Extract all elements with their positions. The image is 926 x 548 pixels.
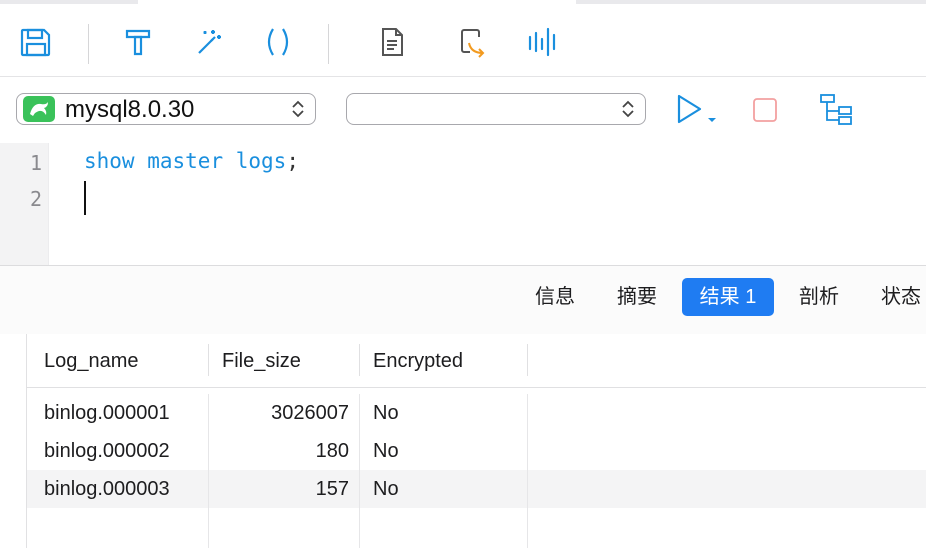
table-row[interactable]: binlog.000003 157 No — [27, 470, 926, 508]
text-caret — [84, 181, 86, 215]
column-separator[interactable] — [527, 344, 528, 376]
save-icon — [20, 28, 51, 57]
result-tabs-bar: 信息 摘要 结果 1 剖析 状态 — [0, 265, 926, 335]
build-button[interactable] — [118, 22, 158, 62]
document-icon — [382, 28, 403, 56]
stepper-icon — [622, 100, 634, 118]
tab-result-1[interactable]: 结果 1 — [682, 278, 774, 316]
export-icon — [461, 29, 485, 58]
stop-icon — [753, 98, 777, 122]
stepper-icon — [292, 100, 304, 118]
line-number: 2 — [29, 187, 42, 211]
connection-bar: mysql8.0.30 — [0, 77, 926, 143]
cell-log-name[interactable]: binlog.000002 — [44, 432, 170, 470]
parentheses-icon — [267, 28, 289, 56]
column-gridline — [527, 394, 528, 548]
schema-select[interactable] — [346, 93, 646, 125]
column-gridline — [208, 394, 209, 548]
header-divider — [26, 387, 926, 388]
result-grid: Log_name File_size Encrypted binlog.0000… — [0, 334, 926, 548]
column-header-log-name[interactable]: Log_name — [44, 344, 139, 388]
table-row[interactable]: binlog.000001 3026007 No — [27, 394, 926, 432]
beautify-button[interactable] — [188, 22, 228, 62]
run-button[interactable] — [672, 91, 722, 127]
tab-summary[interactable]: 摘要 — [604, 278, 670, 316]
document-button[interactable] — [372, 22, 412, 62]
cell-file-size[interactable]: 3026007 — [209, 394, 349, 432]
cell-file-size[interactable]: 157 — [209, 470, 349, 508]
column-header-file-size[interactable]: File_size — [222, 344, 301, 388]
hammer-icon — [125, 29, 151, 56]
tab-status[interactable]: 状态 — [868, 278, 926, 316]
explain-button[interactable] — [522, 22, 562, 62]
magic-wand-icon — [198, 30, 221, 54]
stop-button[interactable] — [752, 97, 778, 123]
cell-log-name[interactable]: binlog.000001 — [44, 394, 170, 432]
database-select-label: mysql8.0.30 — [65, 96, 195, 123]
semicolon: ; — [286, 149, 299, 173]
cell-encrypted[interactable]: No — [373, 394, 399, 432]
keyword: show — [84, 149, 135, 173]
main-toolbar — [0, 4, 926, 77]
cell-log-name[interactable]: binlog.000003 — [44, 470, 170, 508]
tab-profile[interactable]: 剖析 — [786, 278, 852, 316]
database-select[interactable]: mysql8.0.30 — [16, 93, 316, 125]
table-row[interactable]: binlog.000002 180 No — [27, 432, 926, 470]
line-number-gutter: 1 2 — [0, 143, 49, 265]
cell-file-size[interactable]: 180 — [209, 432, 349, 470]
tree-structure-icon — [820, 94, 852, 125]
cell-encrypted[interactable]: No — [373, 432, 399, 470]
tab-info[interactable]: 信息 — [522, 278, 588, 316]
column-header-encrypted[interactable]: Encrypted — [373, 344, 463, 388]
parentheses-button[interactable] — [258, 22, 298, 62]
line-number: 1 — [29, 151, 42, 175]
play-icon — [677, 94, 716, 124]
column-separator[interactable] — [359, 344, 360, 376]
toolbar-separator — [88, 24, 89, 64]
sql-code-line-1[interactable]: show master logs; — [84, 149, 299, 173]
mysql-logo-icon — [23, 96, 55, 122]
export-button[interactable] — [452, 22, 492, 62]
keyword: logs — [235, 149, 287, 173]
cell-encrypted[interactable]: No — [373, 470, 399, 508]
sql-editor[interactable]: 1 2 show master logs; — [0, 143, 926, 265]
column-gridline — [359, 394, 360, 548]
toolbar-separator — [328, 24, 329, 64]
save-button[interactable] — [16, 22, 56, 62]
object-tree-button[interactable] — [818, 93, 854, 127]
waveform-icon — [528, 27, 556, 57]
keyword: master — [147, 149, 224, 173]
column-separator[interactable] — [208, 344, 209, 376]
